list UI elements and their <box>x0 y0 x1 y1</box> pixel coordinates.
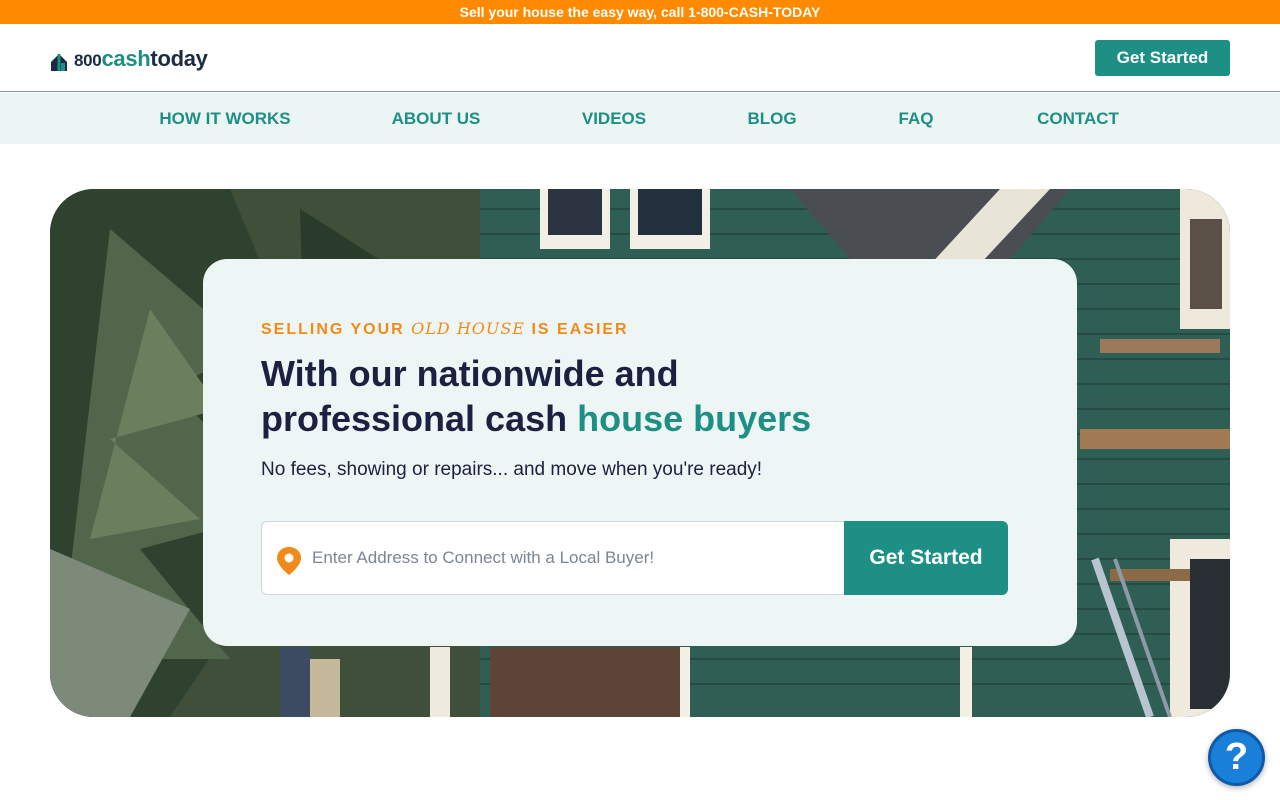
nav-how-it-works[interactable]: HOW IT WORKS <box>159 93 290 144</box>
site-logo[interactable]: 800cashtoday <box>50 48 208 72</box>
hero-subtitle: No fees, showing or repairs... and move … <box>261 459 763 480</box>
eyebrow-part-3: IS EASIER <box>525 321 629 338</box>
main-navigation: HOW IT WORKS ABOUT US VIDEOS BLOG FAQ CO… <box>0 93 1280 144</box>
house-icon <box>51 54 67 71</box>
nav-blog[interactable]: BLOG <box>747 93 796 144</box>
help-symbol: ? <box>1224 736 1249 778</box>
help-icon[interactable]: ? <box>1208 729 1265 786</box>
announcement-text: Sell your house the easy way, call 1-800… <box>459 4 821 20</box>
address-field <box>261 521 845 595</box>
header-get-started-button[interactable]: Get Started <box>1095 40 1230 76</box>
nav-videos[interactable]: VIDEOS <box>582 93 646 144</box>
logo-800: 800 <box>74 51 102 70</box>
eyebrow-part-1: SELLING YOUR <box>261 321 412 338</box>
location-pin-icon <box>277 547 301 575</box>
site-header: 800cashtoday Get Started <box>0 24 1280 92</box>
hero-card: SELLING YOUR OLD HOUSE IS EASIER With ou… <box>203 259 1077 646</box>
nav-contact[interactable]: CONTACT <box>1037 93 1119 144</box>
headline-line-1: With our nationwide and <box>261 353 679 394</box>
hero-headline: With our nationwide and professional cas… <box>261 351 1021 441</box>
address-input[interactable] <box>312 522 832 594</box>
top-announcement-bar: Sell your house the easy way, call 1-800… <box>0 0 1280 24</box>
headline-accent: house buyers <box>577 398 812 439</box>
logo-cash: cash <box>101 46 151 71</box>
nav-about-us[interactable]: ABOUT US <box>392 93 481 144</box>
nav-faq[interactable]: FAQ <box>899 93 934 144</box>
eyebrow-part-2: OLD HOUSE <box>411 319 526 338</box>
headline-line-2: professional cash <box>261 398 578 439</box>
logo-today: today <box>150 46 208 71</box>
hero-get-started-button[interactable]: Get Started <box>844 521 1008 595</box>
hero-eyebrow: SELLING YOUR OLD HOUSE IS EASIER <box>261 319 629 339</box>
